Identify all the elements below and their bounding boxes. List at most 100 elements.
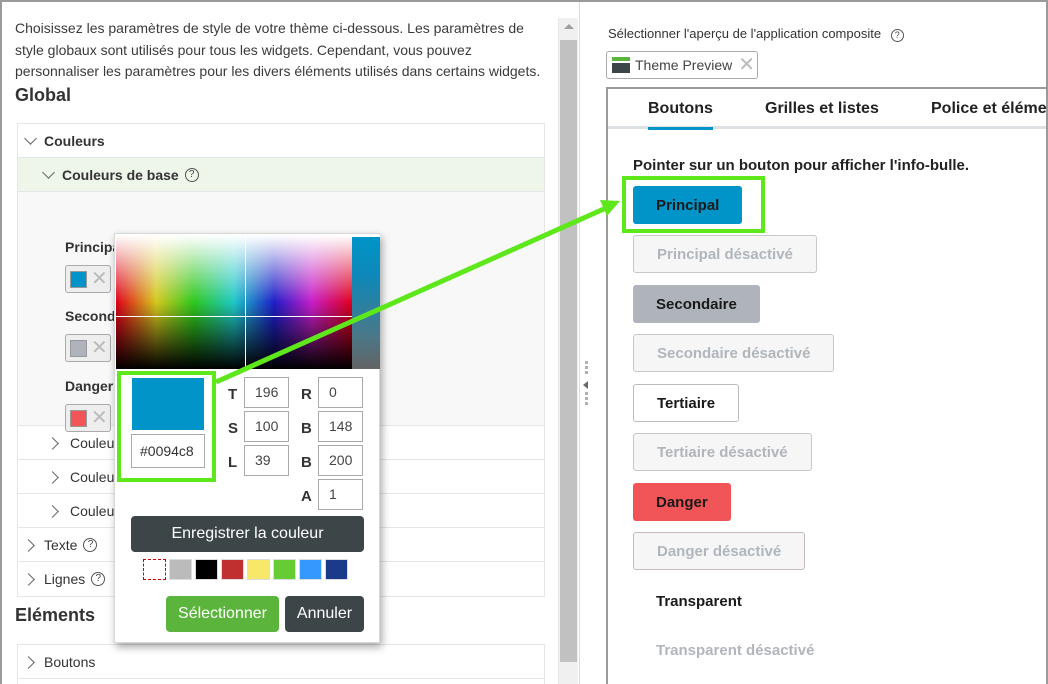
- accordion-buttons[interactable]: Boutons: [18, 645, 544, 679]
- clear-icon[interactable]: ✕: [91, 267, 108, 291]
- hover-hint: Pointer sur un bouton pour afficher l'in…: [633, 157, 970, 174]
- grip-dot: [585, 402, 588, 405]
- accordion-label: Lignes: [44, 571, 86, 587]
- alpha-label: A: [301, 488, 312, 505]
- palette-swatch[interactable]: [195, 559, 218, 580]
- palette-swatch[interactable]: [221, 559, 244, 580]
- app-preview: Boutons Grilles et listes Police et élém…: [606, 87, 1046, 684]
- panel-splitter[interactable]: [579, 2, 605, 684]
- luminance-slider[interactable]: [352, 235, 380, 369]
- saved-colors-palette: [143, 559, 348, 580]
- grip-dot: [585, 397, 588, 400]
- preview-principal-disabled-button: Principal désactivé: [633, 235, 817, 273]
- theme-editor-window: Choisissez les paramètres de style de vo…: [0, 0, 1048, 684]
- preview-tertiary-button[interactable]: Tertiaire: [633, 384, 740, 422]
- accordion-base-colors[interactable]: Couleurs de base ?: [18, 158, 544, 192]
- scrollbar-thumb[interactable]: [560, 40, 577, 662]
- grip-dot: [585, 371, 588, 374]
- intro-text: Choisissez les paramètres de style de vo…: [15, 20, 541, 79]
- app-selector-chip[interactable]: Theme Preview ✕: [606, 51, 758, 79]
- remove-icon[interactable]: ✕: [738, 55, 755, 75]
- secondary-color-button[interactable]: ✕: [65, 334, 111, 362]
- help-icon[interactable]: ?: [890, 29, 904, 42]
- preview-panel: Sélectionner l'aperçu de l'application c…: [606, 2, 1046, 684]
- accordion-label: Texte: [44, 536, 78, 553]
- cancel-button[interactable]: Annuler: [285, 596, 364, 632]
- alpha-input[interactable]: 1: [318, 479, 363, 510]
- preview-principal-button[interactable]: Principal: [633, 186, 743, 224]
- color-swatch: [70, 340, 87, 357]
- preview-danger-disabled-button: Danger désactivé: [633, 532, 806, 570]
- global-heading: Global: [15, 85, 72, 105]
- grip-dot: [585, 361, 588, 364]
- preview-tabs: Boutons Grilles et listes Police et élém…: [608, 89, 1046, 130]
- scroll-up-arrow-icon[interactable]: [564, 24, 574, 29]
- saturation-input[interactable]: 100: [244, 411, 289, 442]
- green-label: B: [301, 420, 312, 437]
- principal-color-button[interactable]: ✕: [65, 265, 111, 293]
- palette-swatch[interactable]: [169, 559, 192, 580]
- preview-secondary-button[interactable]: Secondaire: [633, 285, 760, 323]
- select-button[interactable]: Sélectionner: [166, 596, 279, 632]
- hue-label: T: [228, 386, 238, 403]
- save-color-button[interactable]: Enregistrer la couleur: [131, 516, 364, 552]
- palette-empty-slot[interactable]: [143, 559, 166, 580]
- color-picker-popup: #0094c8 T 196 S 100 L 39 R 0 B 148 B 200…: [114, 233, 380, 643]
- chevron-down-icon: [24, 134, 38, 148]
- preview-secondary-disabled-button: Secondaire désactivé: [633, 334, 835, 372]
- red-input[interactable]: 0: [318, 377, 363, 408]
- accordion-colors[interactable]: Couleurs: [18, 124, 544, 158]
- elements-accordion: Boutons: [17, 644, 545, 684]
- elements-heading: Eléments: [15, 605, 96, 625]
- collapse-arrow-icon[interactable]: [583, 381, 588, 389]
- theme-settings-panel: Choisissez les paramètres de style de vo…: [2, 2, 558, 684]
- danger-label: Danger: [65, 378, 114, 394]
- grip-dot: [585, 392, 588, 395]
- chevron-right-icon: [48, 504, 62, 518]
- chevron-right-icon: [24, 538, 38, 552]
- accordion-label: Couleurs de base: [62, 166, 179, 183]
- preview-transparent-disabled-button: Transparent désactivé: [656, 641, 815, 659]
- accordion-next-row: [18, 679, 544, 684]
- hue-input[interactable]: 196: [244, 377, 289, 408]
- red-label: R: [301, 386, 312, 403]
- tab-buttons[interactable]: Boutons: [648, 100, 713, 130]
- chevron-right-icon: [48, 470, 62, 484]
- select-preview-label: Sélectionner l'aperçu de l'application c…: [608, 26, 904, 42]
- clear-icon[interactable]: ✕: [91, 336, 108, 360]
- tab-grids-lists[interactable]: Grilles et listes: [765, 100, 879, 118]
- palette-swatch[interactable]: [247, 559, 270, 580]
- preview-transparent-button[interactable]: Transparent: [633, 582, 765, 620]
- left-panel-scrollbar[interactable]: [558, 18, 578, 684]
- tab-font-elements[interactable]: Police et élémen: [931, 100, 1046, 118]
- accordion-label: Boutons: [44, 653, 96, 670]
- app-icon: [612, 57, 630, 73]
- preview-tertiary-disabled-button: Tertiaire désactivé: [633, 433, 812, 471]
- color-swatch: [70, 410, 87, 427]
- hex-input[interactable]: #0094c8: [131, 434, 205, 468]
- help-icon[interactable]: ?: [184, 167, 199, 182]
- lightness-label: L: [228, 454, 238, 471]
- saturation-label: S: [228, 420, 239, 437]
- color-spectrum[interactable]: [116, 235, 352, 369]
- chevron-right-icon: [48, 436, 62, 450]
- chevron-right-icon: [24, 572, 38, 586]
- help-icon[interactable]: ?: [91, 572, 106, 586]
- chevron-down-icon: [42, 168, 56, 182]
- blue-input[interactable]: 200: [318, 445, 363, 476]
- preview-danger-button[interactable]: Danger: [633, 483, 731, 521]
- select-preview-text: Sélectionner l'aperçu de l'application c…: [608, 26, 882, 41]
- help-icon[interactable]: ?: [83, 537, 98, 552]
- palette-swatch[interactable]: [299, 559, 322, 580]
- current-color-preview: [132, 378, 204, 430]
- green-input[interactable]: 148: [318, 411, 363, 442]
- lightness-input[interactable]: 39: [244, 445, 289, 476]
- chip-label: Theme Preview: [635, 57, 733, 73]
- color-swatch: [70, 271, 87, 288]
- chevron-right-icon: [24, 655, 38, 669]
- grip-dot: [585, 366, 588, 369]
- accordion-label: Couleurs: [44, 132, 105, 149]
- palette-swatch[interactable]: [325, 559, 348, 580]
- palette-swatch[interactable]: [273, 559, 296, 580]
- blue-label: B: [301, 454, 312, 471]
